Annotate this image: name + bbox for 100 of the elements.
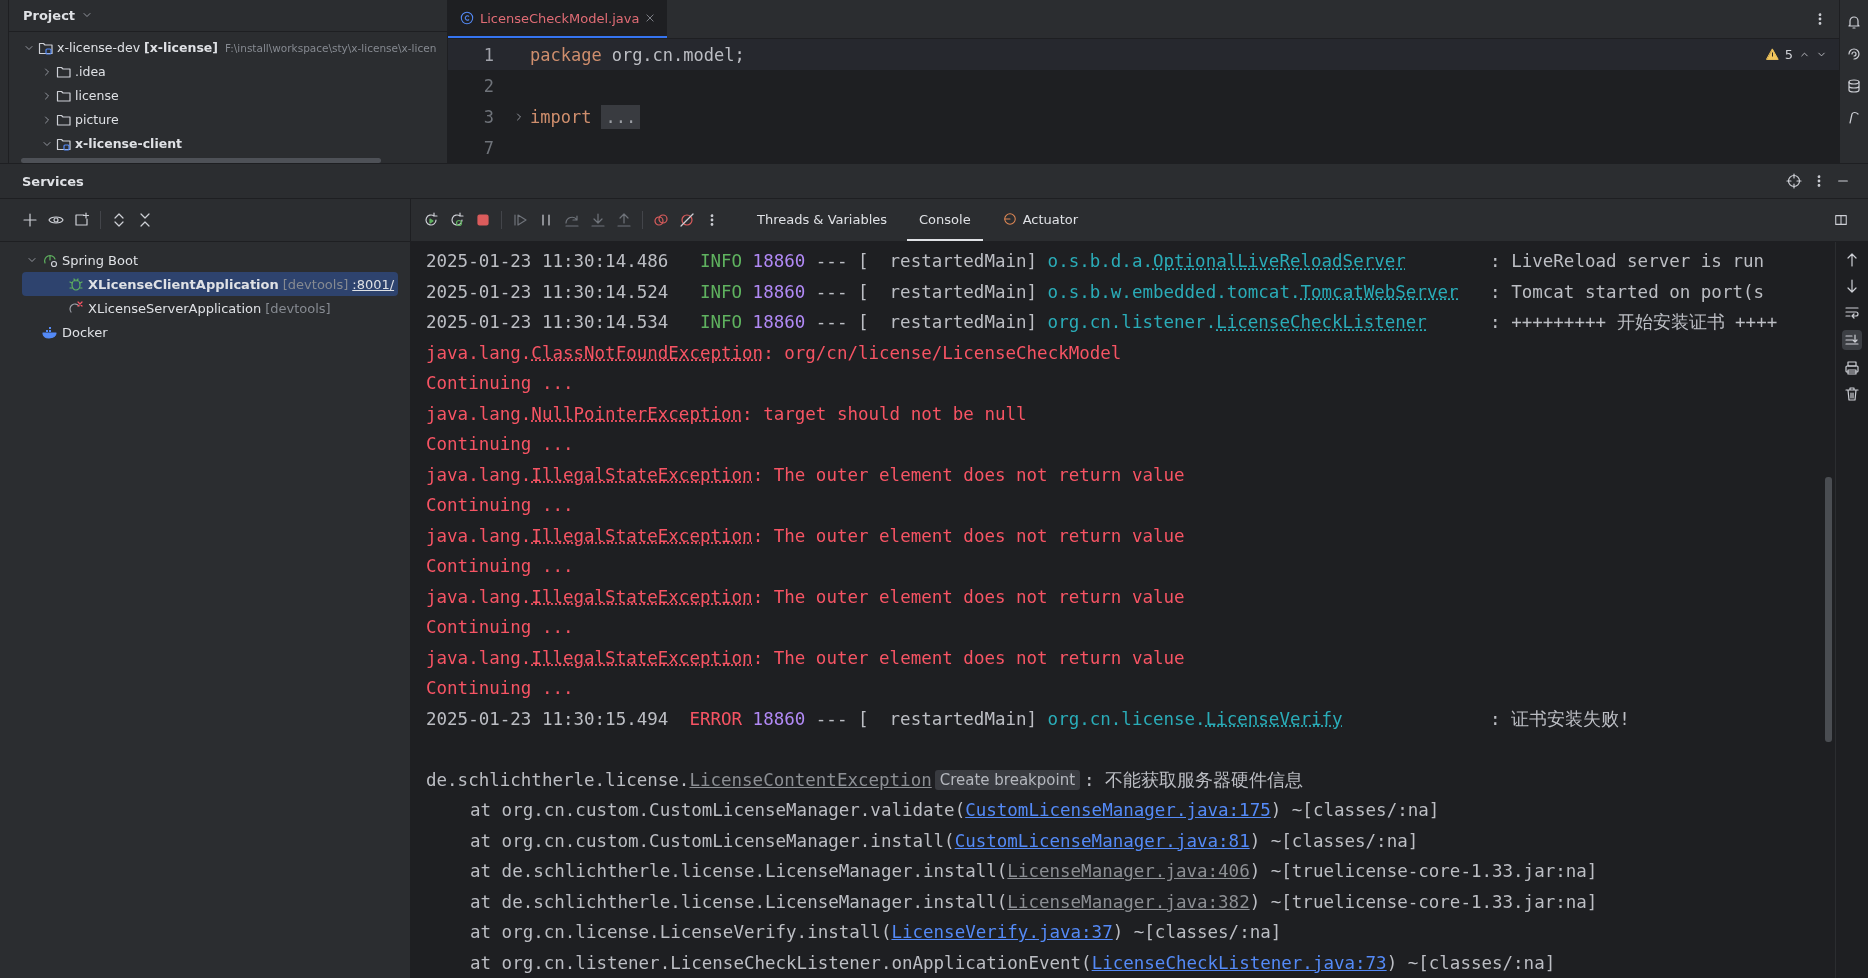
library-link[interactable]: LicenseManager.java:406: [1007, 861, 1250, 882]
create-breakpoint-button[interactable]: Create breakpoint: [934, 769, 1081, 790]
console-text: de.schlichtherle.license.: [426, 769, 690, 790]
logger-class-link[interactable]: TomcatWebServer: [1300, 281, 1459, 302]
service-row[interactable]: Docker: [22, 320, 398, 344]
exception-link[interactable]: IllegalStateException: [531, 525, 753, 546]
close-icon[interactable]: [645, 13, 656, 23]
log-message: : 证书安装失败!: [1490, 707, 1630, 731]
new-tab-icon[interactable]: [74, 212, 90, 228]
step-into-icon[interactable]: [590, 212, 606, 228]
bell-icon[interactable]: [1846, 14, 1862, 30]
process-id: 18860: [752, 708, 806, 729]
exception-link[interactable]: IllegalStateException: [531, 464, 753, 485]
port-link[interactable]: :8001/: [352, 276, 395, 292]
library-link[interactable]: LicenseManager.java:382: [1007, 891, 1250, 912]
console-text: ) ~[classes/:na]: [1270, 800, 1440, 821]
step-out-icon[interactable]: [616, 212, 632, 228]
logger-class-link[interactable]: LicenseVerify: [1205, 708, 1343, 729]
logger-package: org.cn.license.: [1047, 708, 1206, 729]
source-link[interactable]: LicenseCheckListener.java:73: [1091, 952, 1387, 973]
class-icon: [460, 11, 474, 25]
folded-code[interactable]: ...: [601, 104, 641, 129]
service-tag: [devtools]: [265, 300, 331, 316]
error-text: java.lang.: [426, 586, 532, 607]
error-text: : org/cn/license/LicenseCheckModel: [763, 342, 1122, 363]
exception-link[interactable]: IllegalStateException: [531, 586, 753, 607]
error-text: java.lang.: [426, 342, 532, 363]
log-level: INFO: [698, 281, 743, 302]
console-tab[interactable]: Actuator: [990, 199, 1091, 241]
service-row[interactable]: XLicenseClientApplication [devtools] :8001/: [22, 272, 398, 296]
rerun-icon[interactable]: [423, 212, 439, 228]
timestamp: 2025-01-23 11:30:14.534: [426, 312, 670, 333]
exception-link[interactable]: IllegalStateException: [531, 647, 753, 668]
logger-package: o.s.b.d.a.: [1047, 251, 1153, 272]
timestamp: 2025-01-23 11:30:14.486: [426, 251, 670, 272]
scroll-to-end-icon[interactable]: [1844, 332, 1860, 348]
project-path: F:\install\workspace\sty\x-license\x-licen: [225, 41, 437, 54]
service-row[interactable]: Spring Boot: [22, 248, 398, 272]
thread-name: --- [ restartedMain]: [815, 312, 1038, 333]
service-tag: [devtools]: [282, 276, 349, 292]
exception-link[interactable]: NullPointerException: [531, 403, 743, 424]
mute-breakpoints-icon[interactable]: [679, 212, 695, 228]
error-text: : The outer element does not return value: [752, 525, 1185, 546]
logger-class-link[interactable]: OptionalLiveReloadServer: [1152, 251, 1406, 272]
tree-item[interactable]: .idea: [75, 64, 106, 80]
soft-wrap-icon[interactable]: [1844, 304, 1860, 320]
process-id: 18860: [752, 281, 806, 302]
error-text: Continuing ...: [426, 434, 574, 455]
print-icon[interactable]: [1844, 360, 1860, 376]
source-link[interactable]: CustomLicenseManager.java:175: [965, 800, 1271, 821]
swirl-icon[interactable]: [1846, 46, 1862, 62]
console-text: : 不能获取服务器硬件信息: [1084, 768, 1304, 792]
scrollbar-thumb[interactable]: [21, 157, 381, 163]
rerun-debug-icon[interactable]: [449, 212, 465, 228]
source-link[interactable]: CustomLicenseManager.java:81: [954, 830, 1250, 851]
error-text: java.lang.: [426, 464, 532, 485]
console-text: at org.cn.custom.CustomLicenseManager.validate(: [470, 800, 966, 821]
console-text: ) ~[truelicense-core-1.33.jar:na]: [1249, 861, 1598, 882]
error-text: : The outer element does not return value: [752, 647, 1185, 668]
warning-counter[interactable]: 5: [1765, 47, 1827, 62]
error-text: : The outer element does not return value: [752, 586, 1185, 607]
error-text: Continuing ...: [426, 556, 574, 577]
database-icon[interactable]: [1846, 78, 1862, 94]
tree-item[interactable]: license: [75, 88, 119, 104]
crosshair-icon[interactable]: [1786, 173, 1802, 189]
tree-item[interactable]: x-license-client: [75, 136, 183, 152]
logger-class-link[interactable]: LicenseCheckListener: [1216, 312, 1427, 333]
scrollbar-thumb[interactable]: [1825, 477, 1832, 742]
trash-icon[interactable]: [1844, 386, 1860, 402]
thread-name: --- [ restartedMain]: [815, 251, 1038, 272]
line-number: 7: [482, 137, 495, 158]
log-level: INFO: [698, 251, 743, 272]
service-name: Docker: [62, 324, 108, 340]
error-text: : target should not be null: [742, 403, 1027, 424]
error-text: Continuing ...: [426, 495, 574, 516]
console-tab[interactable]: Threads & Variables: [745, 199, 900, 241]
console-text: at de.schlichtherle.license.LicenseManager.install(: [470, 891, 1008, 912]
thread-name: --- [ restartedMain]: [815, 281, 1038, 302]
gauge-icon: [1002, 212, 1017, 226]
tree-item[interactable]: picture: [75, 112, 119, 128]
library-link[interactable]: LicenseContentException: [689, 769, 932, 790]
log-level: ERROR: [689, 708, 743, 729]
resume-icon[interactable]: [512, 212, 528, 228]
code-keyword: package: [530, 44, 602, 65]
service-name: XLicenseServerApplication: [88, 300, 262, 316]
layout-icon[interactable]: [1834, 213, 1848, 227]
tree-item[interactable]: x-license-dev [x-license]: [57, 40, 218, 56]
log-message: : Tomcat started on port(s: [1490, 281, 1765, 302]
service-row[interactable]: XLicenseServerApplication [devtools]: [22, 296, 398, 320]
log-level: INFO: [698, 312, 743, 333]
stop-icon[interactable]: [475, 212, 491, 228]
panel-title[interactable]: Project: [23, 7, 76, 23]
exception-link[interactable]: ClassNotFoundException: [531, 342, 764, 363]
error-text: : The outer element does not return value: [752, 464, 1185, 485]
source-link[interactable]: LicenseVerify.java:37: [891, 922, 1113, 943]
add-icon[interactable]: [22, 212, 38, 228]
editor-tab[interactable]: LicenseCheckModel.java: [448, 0, 668, 38]
bug-icon: [68, 276, 84, 292]
breakpoints-icon[interactable]: [653, 212, 669, 228]
line-number: 3: [482, 106, 495, 127]
